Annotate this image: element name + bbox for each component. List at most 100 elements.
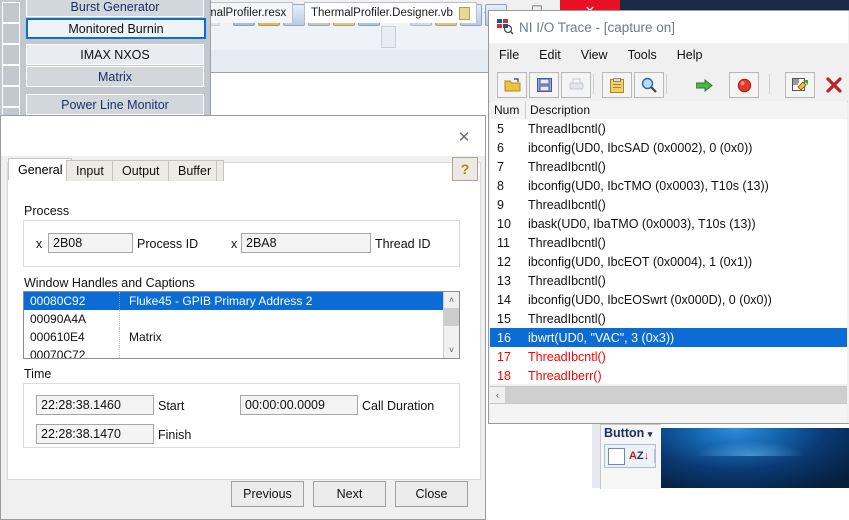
search-icon[interactable] (634, 72, 664, 98)
trace-row[interactable]: 7 ThreadIbcntl() (490, 157, 847, 176)
dialog-titlebar (1, 116, 485, 156)
tab-thermalprofiler-resx[interactable]: malProfiler.resx (200, 2, 294, 23)
process-group-label: Process (24, 204, 70, 218)
menu-file[interactable]: File (489, 43, 529, 67)
toolbar-separator (666, 74, 667, 94)
tab-thermalprofiler-designer-vb[interactable]: ThermalProfiler.Designer.vb (304, 2, 477, 23)
trace-row-error[interactable]: 17 ThreadIbcntl() (490, 347, 847, 366)
menu-strip-box (2, 86, 20, 107)
tab-buffer[interactable]: Buffer (168, 160, 222, 181)
scrollbar-thumb[interactable] (444, 308, 459, 326)
menu-icon-strip (0, 0, 22, 128)
window-handle-row[interactable]: 00070C72 (24, 346, 459, 358)
menu-item-power-line-monitor[interactable]: Power Line Monitor (26, 94, 204, 115)
window-caption-value: Fluke45 - GPIB Primary Address 2 (129, 294, 313, 308)
thread-id-prefix: x (231, 237, 238, 251)
trace-row-num: 17 (497, 349, 511, 364)
wallpaper-highlight (690, 428, 810, 456)
menu-edit[interactable]: Edit (529, 43, 571, 67)
tab-input[interactable]: Input (66, 160, 114, 181)
alphabetical-sort-icon[interactable]: AZ↓ (629, 450, 649, 462)
pin-icon[interactable] (458, 6, 470, 20)
trace-row-num: 7 (497, 159, 504, 174)
trace-row-num: 15 (497, 311, 511, 326)
finish-time-field[interactable]: 22:28:38.1470 (36, 424, 154, 444)
process-id-label: Process ID (137, 237, 199, 251)
trace-row-description: ibask(UD0, IbaTMO (0x0003), T10s (13)) (528, 216, 756, 231)
trace-row[interactable]: 10 ibask(UD0, IbaTMO (0x0003), T10s (13)) (490, 214, 847, 233)
stop-capture-icon[interactable] (729, 72, 759, 98)
window-handle-row[interactable]: 000610E4 Matrix (24, 328, 459, 346)
print-icon[interactable] (561, 72, 591, 98)
clear-icon[interactable] (819, 72, 849, 98)
trace-row-description: ibconfig(UD0, IbcEOT (0x0004), 1 (0x1)) (528, 254, 753, 269)
ni-list-header: Num Description (490, 101, 847, 120)
trace-row[interactable]: 15 ThreadIbcntl() (490, 309, 847, 328)
window-handle-value: 00090A4A (24, 310, 120, 328)
toolbar-separator (593, 74, 594, 94)
trace-row[interactable]: 11 ThreadIbcntl() (490, 233, 847, 252)
window-handle-value: 00070C72 (24, 346, 120, 358)
thread-id-field[interactable]: 2BA8 (241, 233, 371, 253)
trace-row-num: 14 (497, 292, 511, 307)
call-duration-label: Call Duration (362, 399, 435, 413)
trace-row[interactable]: 13 ThreadIbcntl() (490, 271, 847, 290)
menu-strip-box (2, 65, 20, 86)
trace-row[interactable]: 9 ThreadIbcntl() (490, 195, 847, 214)
trace-row[interactable]: 5 ThreadIbcntl() (490, 119, 847, 138)
start-capture-icon[interactable] (689, 72, 719, 98)
menu-help[interactable]: Help (667, 43, 713, 67)
clipboard-icon[interactable] (602, 72, 632, 98)
next-button[interactable]: Next (313, 481, 386, 507)
ni-trace-list[interactable]: 5 ThreadIbcntl() 6 ibconfig(UD0, IbcSAD (0… (490, 119, 847, 384)
ni-status-bar (490, 403, 847, 423)
previous-button[interactable]: Previous (231, 481, 304, 507)
trace-row[interactable]: 8 ibconfig(UD0, IbcTMO (0x0003), T10s (13… (490, 176, 847, 195)
trace-row-num: 11 (497, 235, 510, 250)
tab-general[interactable]: General (8, 158, 73, 180)
chevron-down-icon[interactable]: ▾ (648, 429, 653, 439)
process-id-field[interactable]: 2B08 (48, 233, 133, 253)
window-handles-scrollbar[interactable]: ˄ ˅ (443, 292, 459, 358)
properties-icon[interactable] (785, 72, 815, 98)
scroll-down-icon[interactable]: ˅ (444, 342, 459, 358)
trace-row-selected[interactable]: 16 ibwrt(UD0, "VAC", 3 (0x3)) (490, 328, 847, 347)
window-handles-list[interactable]: 00080C92 Fluke45 - GPIB Primary Address … (23, 291, 460, 359)
trace-row-description: ThreadIbcntl() (528, 121, 606, 136)
tab-label: Buffer (178, 164, 212, 178)
menu-item-matrix[interactable]: Matrix (26, 66, 204, 87)
open-icon[interactable] (497, 72, 527, 98)
question-mark-icon: ? (460, 161, 470, 177)
column-header-num[interactable]: Num (490, 101, 526, 119)
save-icon[interactable] (529, 72, 559, 98)
scroll-up-icon[interactable]: ˄ (444, 292, 459, 308)
close-button[interactable]: Close (395, 481, 468, 507)
window-handle-row[interactable]: 00080C92 Fluke45 - GPIB Primary Address … (24, 292, 459, 310)
trace-row[interactable]: 12 ibconfig(UD0, IbcEOT (0x0004), 1 (0x1)… (490, 252, 847, 271)
menu-view[interactable]: View (571, 43, 618, 67)
trace-row[interactable]: 14 ibconfig(UD0, IbcEOSwrt (0x000D), 0 (0… (490, 290, 847, 309)
start-time-label: Start (158, 399, 185, 413)
menu-tools[interactable]: Tools (618, 43, 667, 67)
menu-item-burst-generator[interactable]: Burst Generator (26, 0, 204, 17)
ni-horizontal-scrollbar[interactable]: ‹ (490, 386, 847, 403)
menu-item-imax-nxos[interactable]: IMAX NXOS (26, 44, 204, 65)
trace-row-description: ThreadIbcntl() (528, 197, 606, 212)
dialog-close-button[interactable]: ✕ (451, 126, 477, 148)
menu-strip-box (2, 2, 20, 23)
toolbar-overflow-button[interactable] (381, 26, 396, 48)
dialog-help-button[interactable]: ? (452, 157, 478, 181)
call-duration-field[interactable]: 00:00:00.0009 (240, 395, 358, 415)
window-handle-row[interactable]: 00090A4A (24, 310, 459, 328)
menu-item-label: Power Line Monitor (61, 97, 169, 112)
menu-item-monitored-burnin[interactable]: Monitored Burnin (26, 18, 206, 39)
start-time-field[interactable]: 22:28:38.1460 (36, 395, 154, 415)
tab-output[interactable]: Output (112, 160, 170, 181)
toolbar-separator (769, 74, 770, 94)
categorized-view-icon[interactable] (608, 447, 625, 465)
scroll-left-icon[interactable]: ‹ (490, 387, 505, 403)
trace-row-error[interactable]: 18 ThreadIberr() (490, 366, 847, 384)
column-header-description[interactable]: Description (526, 101, 847, 119)
trace-row[interactable]: 6 ibconfig(UD0, IbcSAD (0x0002), 0 (0x0)) (490, 138, 847, 157)
scrollbar-track[interactable] (505, 387, 847, 403)
